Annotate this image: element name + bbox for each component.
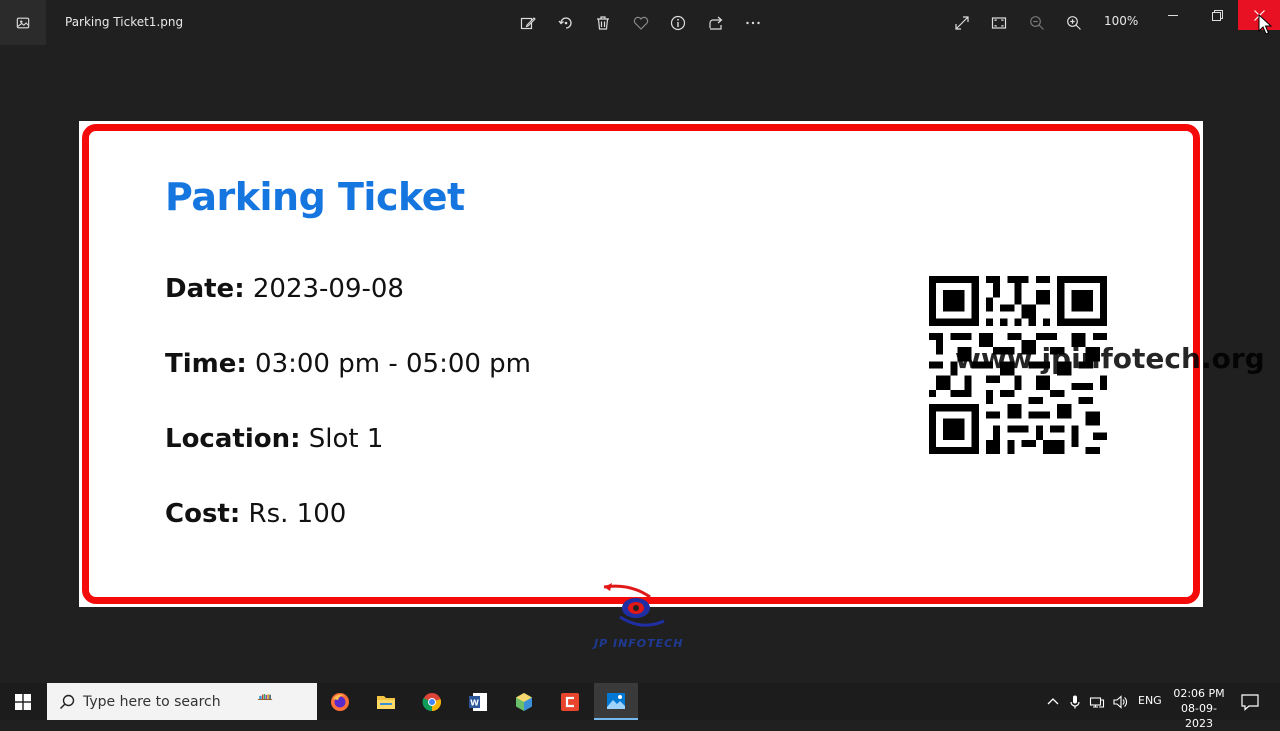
file-explorer-icon [377, 695, 395, 709]
date-label: Date: [165, 274, 245, 304]
delete-icon[interactable] [592, 12, 614, 34]
taskbar-word[interactable]: W [456, 683, 500, 720]
rotate-icon[interactable] [555, 12, 577, 34]
taskbar-clock[interactable]: 02:06 PM 08-09-2023 [1168, 686, 1230, 731]
tray-chevron-up-icon[interactable] [1044, 693, 1062, 711]
photos-app-icon [0, 0, 46, 45]
clock-time: 02:06 PM [1173, 687, 1225, 700]
search-placeholder: Type here to search [83, 693, 221, 710]
fit-to-window-icon[interactable] [988, 12, 1010, 34]
file-title: Parking Ticket1.png [65, 15, 184, 29]
cost-value: Rs. 100 [248, 499, 347, 529]
svg-text:W: W [470, 698, 479, 707]
date-field: Date: 2023-09-08 [165, 274, 404, 304]
mouse-cursor-icon [1258, 14, 1272, 35]
title-bar: Parking Ticket1.png 100% [0, 0, 1280, 45]
clock-date: 08-09-2023 [1181, 702, 1217, 730]
search-icon [59, 694, 75, 709]
network-icon[interactable] [1088, 693, 1106, 711]
app-red-icon [561, 692, 579, 711]
date-value: 2023-09-08 [252, 274, 404, 304]
ticket-title: Parking Ticket [165, 175, 465, 219]
cost-label: Cost: [165, 499, 241, 529]
info-icon[interactable] [667, 12, 689, 34]
more-icon[interactable] [742, 12, 764, 34]
taskbar-chrome[interactable] [410, 683, 454, 720]
logo-text: JP INFOTECH [594, 637, 684, 650]
taskbar-search-box[interactable]: Type here to search [47, 683, 317, 720]
edit-image-icon[interactable] [517, 12, 539, 34]
firefox-icon [331, 692, 349, 711]
location-field: Location: Slot 1 [165, 424, 383, 454]
fullscreen-icon[interactable] [951, 12, 973, 34]
location-label: Location: [165, 424, 301, 454]
microphone-icon[interactable] [1066, 693, 1084, 711]
location-value: Slot 1 [308, 424, 384, 454]
time-field: Time: 03:00 pm - 05:00 pm [165, 349, 531, 379]
taskbar: Type here to search W ENG 02:06 PM 08-09… [0, 683, 1280, 730]
share-icon[interactable] [705, 12, 727, 34]
zoom-in-icon[interactable] [1063, 12, 1085, 34]
photos-icon [607, 692, 625, 709]
cost-field: Cost: Rs. 100 [165, 499, 346, 529]
language-indicator[interactable]: ENG [1138, 694, 1162, 707]
windows-icon [15, 693, 31, 710]
taskbar-firefox[interactable] [318, 683, 362, 720]
zoom-out-icon[interactable] [1026, 12, 1048, 34]
favorite-icon[interactable] [630, 12, 652, 34]
zoom-level[interactable]: 100% [1104, 14, 1138, 28]
chrome-icon [422, 692, 442, 711]
volume-icon[interactable] [1111, 693, 1129, 711]
taskbar-photos[interactable] [594, 683, 638, 720]
start-button[interactable] [0, 683, 46, 720]
taskbar-app-red[interactable] [548, 683, 592, 720]
taskbar-app-cube[interactable] [502, 683, 546, 720]
restore-button[interactable] [1196, 0, 1238, 30]
minimize-button[interactable] [1152, 0, 1194, 30]
watermark-text: www.jpinfotech.org [955, 342, 1265, 375]
time-value: 03:00 pm - 05:00 pm [255, 349, 532, 379]
app-cube-icon [516, 692, 532, 711]
notification-icon[interactable] [1240, 692, 1260, 712]
word-icon: W [469, 692, 487, 711]
time-label: Time: [165, 349, 247, 379]
search-highlight-image [257, 694, 273, 700]
taskbar-file-explorer[interactable] [364, 683, 408, 720]
